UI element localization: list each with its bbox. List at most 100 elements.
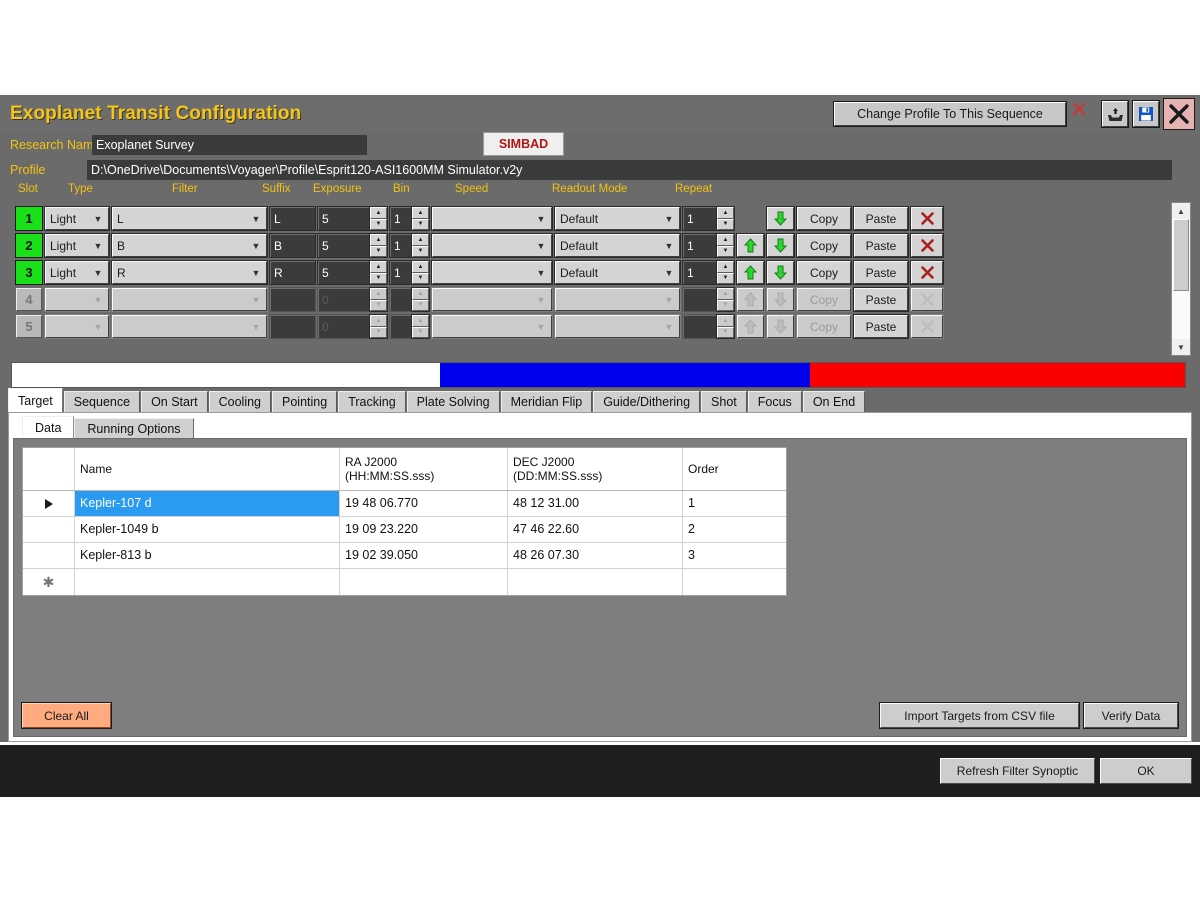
spin-down-icon[interactable]: ▼ — [412, 326, 429, 338]
table-row[interactable]: ✱ — [23, 569, 786, 595]
spin-up-icon[interactable]: ▲ — [412, 207, 429, 219]
spin-down-icon[interactable]: ▼ — [370, 218, 387, 230]
readout-mode-dropdown[interactable]: Default ▼ — [554, 260, 681, 285]
slot-number-3[interactable]: 3 — [15, 260, 43, 285]
spin-down-icon[interactable]: ▼ — [412, 245, 429, 257]
bin-input[interactable]: 1 — [389, 206, 413, 231]
filter-dropdown[interactable]: ▼ — [111, 287, 268, 312]
spin-up-icon[interactable]: ▲ — [717, 207, 734, 219]
exposure-spinner[interactable]: ▲ ▼ — [369, 233, 388, 258]
bin-spinner[interactable]: ▲ ▼ — [411, 314, 430, 339]
readout-mode-dropdown[interactable]: Default ▼ — [554, 233, 681, 258]
speed-dropdown[interactable]: ▼ — [431, 206, 553, 231]
exposure-input[interactable]: 0 — [317, 314, 371, 339]
repeat-input[interactable] — [682, 314, 718, 339]
bin-input[interactable]: 1 — [389, 233, 413, 258]
spin-down-icon[interactable]: ▼ — [412, 299, 429, 311]
spin-down-icon[interactable]: ▼ — [717, 272, 734, 284]
spin-up-icon[interactable]: ▲ — [717, 288, 734, 300]
repeat-spinner[interactable]: ▲ ▼ — [716, 314, 735, 339]
tab-guide-dithering[interactable]: Guide/Dithering — [593, 391, 701, 412]
spin-up-icon[interactable]: ▲ — [717, 234, 734, 246]
suffix-input[interactable]: L — [269, 206, 316, 231]
move-up-button[interactable] — [736, 233, 765, 258]
subtab-data[interactable]: Data — [22, 416, 75, 438]
bin-spinner[interactable]: ▲ ▼ — [411, 260, 430, 285]
repeat-input[interactable]: 1 — [682, 206, 718, 231]
floppy-save-icon[interactable] — [1132, 100, 1160, 128]
exposure-input[interactable]: 5 — [317, 233, 371, 258]
bin-input[interactable] — [389, 287, 413, 312]
exposure-stepper[interactable]: 0 ▲ ▼ — [317, 314, 388, 339]
type-dropdown[interactable]: ▼ — [44, 287, 110, 312]
repeat-input[interactable]: 1 — [682, 260, 718, 285]
spin-down-icon[interactable]: ▼ — [717, 245, 734, 257]
tab-shot[interactable]: Shot — [701, 391, 747, 412]
spin-down-icon[interactable]: ▼ — [370, 326, 387, 338]
paste-button[interactable]: Paste — [853, 314, 909, 339]
cell-ra[interactable]: 19 09 23.220 — [340, 517, 508, 542]
exposure-stepper[interactable]: 5 ▲ ▼ — [317, 233, 388, 258]
suffix-input[interactable]: B — [269, 233, 316, 258]
slot-number-2[interactable]: 2 — [15, 233, 43, 258]
tab-sequence[interactable]: Sequence — [63, 391, 141, 412]
cell-dec[interactable]: 48 12 31.00 — [508, 491, 683, 516]
exposure-input[interactable]: 5 — [317, 260, 371, 285]
scroll-down-icon[interactable]: ▼ — [1172, 339, 1190, 355]
spin-up-icon[interactable]: ▲ — [412, 261, 429, 273]
exposure-stepper[interactable]: 0 ▲ ▼ — [317, 287, 388, 312]
cell-ra[interactable]: 19 02 39.050 — [340, 543, 508, 568]
tab-cooling[interactable]: Cooling — [208, 391, 271, 412]
spin-up-icon[interactable]: ▲ — [370, 288, 387, 300]
spin-down-icon[interactable]: ▼ — [717, 218, 734, 230]
cell-ra[interactable] — [340, 569, 508, 595]
spin-up-icon[interactable]: ▲ — [717, 261, 734, 273]
tab-pointing[interactable]: Pointing — [272, 391, 338, 412]
exposure-spinner[interactable]: ▲ ▼ — [369, 206, 388, 231]
import-targets-from-csv-button[interactable]: Import Targets from CSV file — [879, 702, 1080, 729]
clear-all-button[interactable]: Clear All — [21, 702, 112, 729]
sequence-scrollbar[interactable]: ▲ ▼ — [1171, 202, 1191, 356]
repeat-stepper[interactable]: ▲ ▼ — [682, 287, 735, 312]
tab-tracking[interactable]: Tracking — [338, 391, 406, 412]
bin-stepper[interactable]: ▲ ▼ — [389, 314, 430, 339]
delete-row-button[interactable] — [910, 260, 944, 285]
spin-up-icon[interactable]: ▲ — [370, 234, 387, 246]
copy-button[interactable]: Copy — [796, 260, 852, 285]
suffix-input[interactable] — [269, 314, 316, 339]
cell-name[interactable] — [75, 569, 340, 595]
copy-button[interactable]: Copy — [796, 206, 852, 231]
exposure-spinner[interactable]: ▲ ▼ — [369, 260, 388, 285]
discard-x-icon[interactable] — [1071, 101, 1097, 127]
speed-dropdown[interactable]: ▼ — [431, 314, 553, 339]
delete-row-button[interactable] — [910, 206, 944, 231]
move-down-button[interactable] — [766, 260, 795, 285]
scrollbar-track[interactable] — [1172, 219, 1190, 339]
subtab-running-options[interactable]: Running Options — [74, 418, 194, 438]
type-dropdown[interactable]: Light ▼ — [44, 206, 110, 231]
delete-row-button[interactable] — [910, 233, 944, 258]
cell-order[interactable] — [683, 569, 786, 595]
move-down-button[interactable] — [766, 233, 795, 258]
type-dropdown[interactable]: Light ▼ — [44, 233, 110, 258]
spin-down-icon[interactable]: ▼ — [370, 245, 387, 257]
tab-target[interactable]: Target — [8, 388, 63, 412]
filter-dropdown[interactable]: ▼ — [111, 314, 268, 339]
bin-stepper[interactable]: 1 ▲ ▼ — [389, 233, 430, 258]
cell-order[interactable]: 1 — [683, 491, 786, 516]
repeat-stepper[interactable]: 1 ▲ ▼ — [682, 260, 735, 285]
spin-up-icon[interactable]: ▲ — [412, 288, 429, 300]
bin-spinner[interactable]: ▲ ▼ — [411, 287, 430, 312]
repeat-spinner[interactable]: ▲ ▼ — [716, 260, 735, 285]
tab-on-start[interactable]: On Start — [141, 391, 208, 412]
open-folder-icon[interactable] — [1101, 100, 1129, 128]
table-row[interactable]: Kepler-813 b 19 02 39.050 48 26 07.30 3 — [23, 543, 786, 569]
spin-down-icon[interactable]: ▼ — [412, 272, 429, 284]
scrollbar-thumb[interactable] — [1173, 219, 1189, 291]
close-window-button[interactable] — [1163, 98, 1195, 130]
change-profile-to-this-sequence-button[interactable]: Change Profile To This Sequence — [833, 101, 1067, 127]
bin-stepper[interactable]: 1 ▲ ▼ — [389, 206, 430, 231]
paste-button[interactable]: Paste — [853, 206, 909, 231]
tab-focus[interactable]: Focus — [747, 391, 802, 412]
cell-dec[interactable]: 47 46 22.60 — [508, 517, 683, 542]
